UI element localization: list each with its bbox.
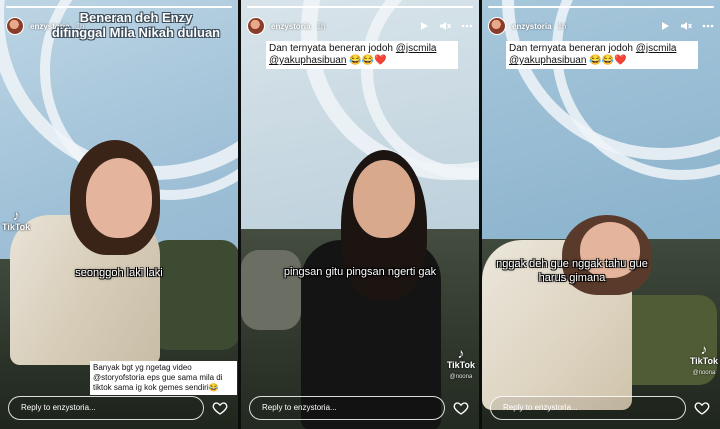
story-text-box: Banyak bgt yg ngetag video @storyofstori… bbox=[90, 361, 237, 395]
tiktok-logo: ♪ bbox=[700, 341, 708, 357]
play-icon[interactable] bbox=[419, 21, 429, 31]
reply-input[interactable]: Reply to enzystoria... bbox=[8, 396, 204, 420]
mention-link[interactable]: @jscmila bbox=[636, 43, 677, 54]
post-time: 1h bbox=[316, 21, 326, 31]
post-time: 1h bbox=[557, 21, 567, 31]
story-text-box: Dan ternyata beneran jodoh @jscmila @yak… bbox=[266, 41, 458, 69]
reply-input[interactable]: Reply to enzystoria... bbox=[490, 396, 686, 420]
mute-icon[interactable] bbox=[439, 21, 451, 31]
story-panel-3[interactable]: enzystoria 1h Dan ternyata beneran jodoh… bbox=[482, 0, 720, 429]
heart-icon[interactable] bbox=[694, 400, 710, 416]
tiktok-watermark: ♪ TikTok @noona bbox=[689, 341, 718, 376]
story-progress-bar bbox=[247, 6, 473, 8]
avatar[interactable] bbox=[6, 17, 24, 35]
tiktok-watermark: ♪ TikTok @noona bbox=[446, 345, 475, 380]
play-icon[interactable] bbox=[660, 21, 670, 31]
story-text-box: Dan ternyata beneran jodoh @jscmila @yak… bbox=[506, 41, 698, 69]
tiktok-logo: ♪ bbox=[457, 345, 465, 361]
avatar[interactable] bbox=[247, 17, 265, 35]
story-header: enzystoria 1h bbox=[247, 15, 473, 37]
tiktok-logo: ♪ bbox=[12, 207, 20, 223]
avatar[interactable] bbox=[488, 17, 506, 35]
tiktok-watermark: ♪ TikTok bbox=[2, 207, 31, 232]
username[interactable]: enzystoria bbox=[512, 22, 552, 31]
heart-icon[interactable] bbox=[453, 400, 469, 416]
mention-link[interactable]: @jscmila bbox=[396, 43, 437, 54]
mention-link[interactable]: @yakuphasibuan bbox=[269, 55, 346, 66]
story-progress-bar bbox=[6, 6, 232, 8]
more-icon[interactable] bbox=[461, 24, 473, 28]
mention-link[interactable]: @yakuphasibuan bbox=[509, 55, 586, 66]
username[interactable]: enzystoria bbox=[271, 22, 311, 31]
heart-icon[interactable] bbox=[212, 400, 228, 416]
video-caption: seonggoh laki laki bbox=[75, 267, 163, 279]
overlay-title: Beneran deh Enzy difinggal Mila Nikah du… bbox=[51, 10, 221, 40]
story-panel-1[interactable]: enzystoria 1h Beneran deh Enzy difinggal… bbox=[0, 0, 238, 429]
video-caption: pingsan gitu pingsan ngerti gak bbox=[283, 266, 437, 278]
reply-input[interactable]: Reply to enzystoria... bbox=[249, 396, 445, 420]
story-progress-bar bbox=[488, 6, 714, 8]
story-header: enzystoria 1h bbox=[488, 15, 714, 37]
mute-icon[interactable] bbox=[680, 21, 692, 31]
more-icon[interactable] bbox=[702, 24, 714, 28]
video-caption: nggak deh gue nggak tahu gue harus giman… bbox=[496, 258, 648, 284]
story-panel-2[interactable]: enzystoria 1h Dan ternyata beneran jodoh… bbox=[241, 0, 479, 429]
